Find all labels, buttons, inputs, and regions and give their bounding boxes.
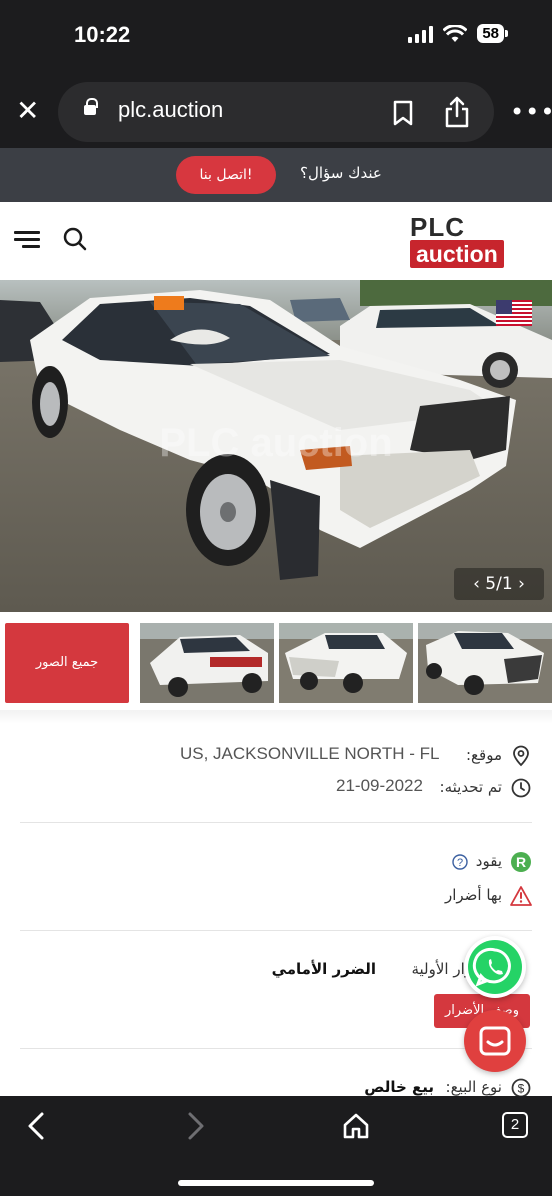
- help-icon[interactable]: ?: [452, 854, 468, 870]
- logo-text-plc: PLC: [410, 212, 465, 242]
- sale-type-row: $ نوع البيع: بيع خالص: [0, 1074, 552, 1096]
- sale-type-label: نوع البيع:: [445, 1078, 502, 1096]
- all-photos-button[interactable]: جميع الصور: [5, 623, 129, 703]
- close-icon[interactable]: ✕: [16, 97, 42, 125]
- browser-bottom-bar: 2: [0, 1096, 552, 1196]
- svg-text:R: R: [516, 854, 526, 870]
- wifi-icon: [443, 24, 468, 42]
- dollar-circle-icon: $: [511, 1078, 531, 1096]
- location-label: موقع:: [466, 746, 502, 764]
- address-bar[interactable]: plc.auction: [58, 82, 494, 142]
- signal-icon: [408, 25, 434, 43]
- damage-row: بها أضرار: [0, 882, 552, 910]
- divider: [20, 930, 532, 931]
- thumbnail-3[interactable]: [279, 623, 413, 703]
- contact-question: عندك سؤال؟: [300, 164, 382, 182]
- primary-damage-label: رار الأولية: [411, 960, 472, 978]
- whatsapp-button[interactable]: [464, 936, 526, 998]
- divider: [20, 1048, 532, 1049]
- main-car-photo[interactable]: PLC auction ‹ 5/1 ›: [0, 280, 552, 612]
- photo-pager[interactable]: ‹ 5/1 ›: [454, 568, 544, 600]
- divider-shadow: [0, 710, 552, 724]
- location-pin-icon: [513, 745, 529, 767]
- clock-icon: [511, 778, 531, 798]
- warning-icon: [510, 886, 532, 906]
- bookmark-icon[interactable]: [392, 100, 414, 126]
- plc-auction-logo[interactable]: PLC auction: [410, 214, 540, 268]
- contact-us-button[interactable]: اتصل بنا!: [176, 156, 276, 194]
- car-photo-image: PLC auction: [0, 280, 552, 612]
- updated-row: تم تحديثه: 21-09-2022: [0, 774, 552, 802]
- status-bar: 10:22 58: [0, 0, 552, 76]
- run-drive-badge-icon: R: [511, 852, 531, 872]
- damage-label: بها أضرار: [444, 886, 502, 904]
- chat-icon: [479, 1026, 511, 1056]
- search-icon[interactable]: [62, 226, 88, 252]
- clock: 10:22: [74, 22, 131, 47]
- contact-bar: عندك سؤال؟ اتصل بنا!: [0, 148, 552, 202]
- photo-thumbnails: جميع الصور: [0, 618, 552, 708]
- updated-value: 21-09-2022: [336, 776, 423, 795]
- forward-icon[interactable]: [182, 1110, 208, 1142]
- svg-text:?: ?: [457, 857, 463, 869]
- more-options-icon[interactable]: •••: [510, 100, 552, 124]
- home-indicator: [178, 1180, 374, 1186]
- browser-toolbar: ✕ plc.auction •••: [0, 76, 552, 148]
- primary-damage-value: الضرر الأمامي: [271, 960, 376, 978]
- divider: [20, 822, 532, 823]
- drives-row: R يقود ?: [0, 848, 552, 876]
- url-text[interactable]: plc.auction: [118, 97, 223, 123]
- lock-icon: [84, 98, 98, 115]
- battery-indicator: 58: [477, 24, 508, 43]
- thumbnail-2[interactable]: [140, 623, 274, 703]
- live-chat-button[interactable]: [464, 1010, 526, 1072]
- photo-watermark: PLC auction: [159, 421, 392, 465]
- sale-type-value: بيع خالص: [364, 1078, 434, 1096]
- home-icon[interactable]: [342, 1112, 370, 1140]
- svg-text:$: $: [518, 1082, 525, 1096]
- hamburger-menu-icon[interactable]: [14, 231, 40, 252]
- thumbnail-4[interactable]: [418, 623, 552, 703]
- tabs-count[interactable]: 2: [502, 1112, 528, 1138]
- drives-label: يقود: [475, 852, 502, 870]
- whatsapp-icon: [468, 940, 522, 994]
- back-icon[interactable]: [24, 1110, 50, 1142]
- location-row: موقع: US, JACKSONVILLE NORTH - FL: [0, 742, 552, 770]
- us-flag-icon: [496, 300, 532, 326]
- updated-label: تم تحديثه:: [439, 778, 502, 796]
- share-icon[interactable]: [444, 96, 470, 128]
- site-header: PLC auction: [0, 202, 552, 278]
- logo-text-auction: auction: [410, 240, 504, 268]
- page-content: PLC auction PLC auction ‹ 5/1 › جميع الص…: [0, 202, 552, 1096]
- status-icons: 58: [408, 24, 508, 43]
- location-value: US, JACKSONVILLE NORTH - FL: [180, 744, 440, 763]
